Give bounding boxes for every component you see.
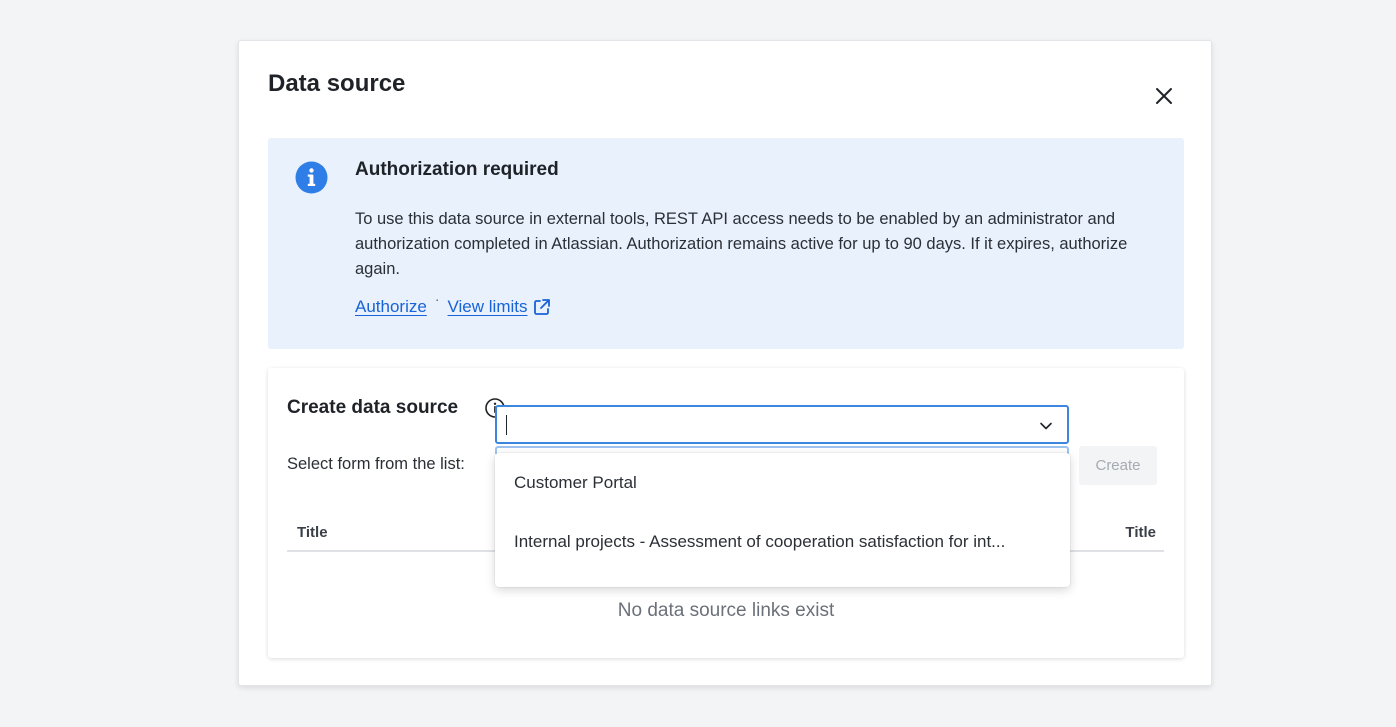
data-source-dialog: Data source Authorization required To us… xyxy=(238,40,1212,686)
link-separator: · xyxy=(434,291,440,307)
text-caret xyxy=(506,415,507,435)
menu-option-internal-projects[interactable]: Internal projects - Assessment of cooper… xyxy=(495,514,1070,570)
info-icon xyxy=(295,161,328,194)
close-icon xyxy=(1156,88,1172,104)
banner-links: Authorize · View limits xyxy=(355,291,551,317)
form-options-menu: Customer Portal Internal projects - Asse… xyxy=(495,453,1070,587)
close-button[interactable] xyxy=(1149,81,1179,111)
authorize-link[interactable]: Authorize xyxy=(355,297,427,317)
banner-title: Authorization required xyxy=(355,159,559,180)
menu-option-customer-portal[interactable]: Customer Portal xyxy=(495,455,1070,511)
authorization-banner: Authorization required To use this data … xyxy=(268,138,1184,349)
view-limits-link[interactable]: View limits xyxy=(448,297,528,317)
dialog-title: Data source xyxy=(268,70,406,97)
banner-message: To use this data source in external tool… xyxy=(355,210,1128,278)
create-section-title: Create data source xyxy=(287,397,459,418)
chevron-down-icon[interactable] xyxy=(1039,419,1053,433)
external-link-icon[interactable] xyxy=(533,298,551,316)
column-header-title-right[interactable]: Title xyxy=(1125,524,1156,541)
form-select-combobox[interactable] xyxy=(495,405,1069,444)
select-form-label: Select form from the list: xyxy=(287,455,465,473)
column-header-title[interactable]: Title xyxy=(297,524,328,541)
empty-state-message: No data source links exist xyxy=(617,600,835,621)
create-button[interactable]: Create xyxy=(1079,446,1157,485)
